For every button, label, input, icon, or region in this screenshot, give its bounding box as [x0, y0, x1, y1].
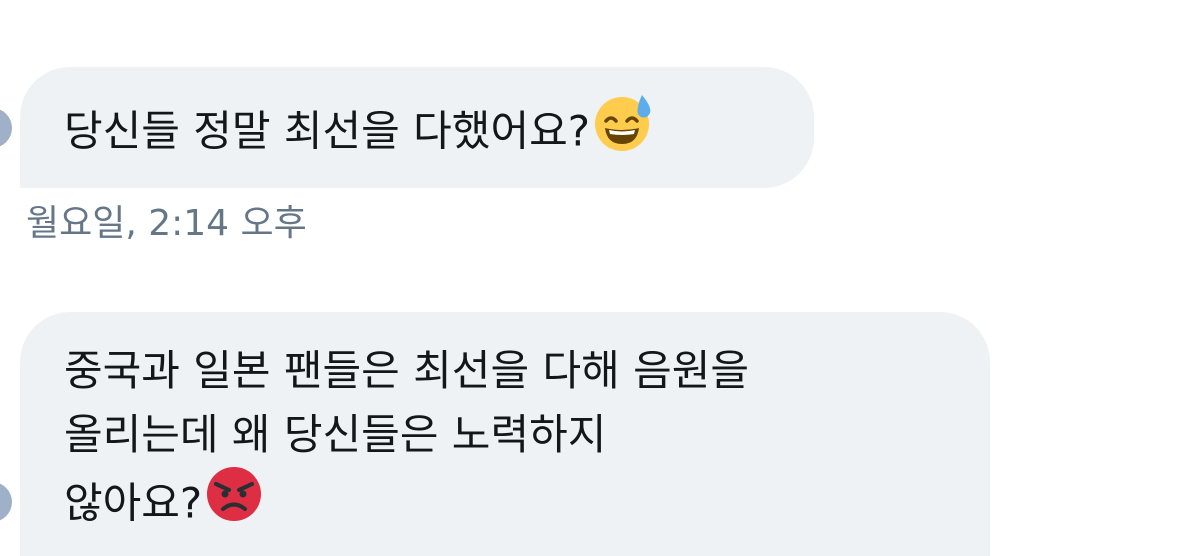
message-text-line: 중국과 일본 팬들은 최선을 다해 음원을 — [64, 346, 749, 395]
message-text-line: 올리는데 왜 당신들은 노력하지 — [64, 410, 607, 459]
angry-face-emoji-icon — [204, 464, 264, 542]
message-text: 당신들 정말 최선을 다했어요? — [64, 94, 814, 174]
sender-avatar[interactable] — [0, 482, 12, 522]
sender-avatar[interactable] — [0, 108, 12, 148]
message-timestamp: 월요일, 2:14 오후 — [26, 203, 307, 244]
message-text-line: 않아요? — [64, 467, 990, 545]
message-bubble[interactable]: 중국과 일본 팬들은 최선을 다해 음원을 올리는데 왜 당신들은 노력하지 않… — [20, 312, 990, 556]
message-bubble[interactable]: 당신들 정말 최선을 다했어요? — [20, 67, 814, 188]
grinning-sweat-emoji-icon — [592, 91, 654, 171]
conversation-view: 당신들 정말 최선을 다했어요? 월요일, 2:14 오후 중국과 일본 팬들은… — [0, 0, 1200, 556]
